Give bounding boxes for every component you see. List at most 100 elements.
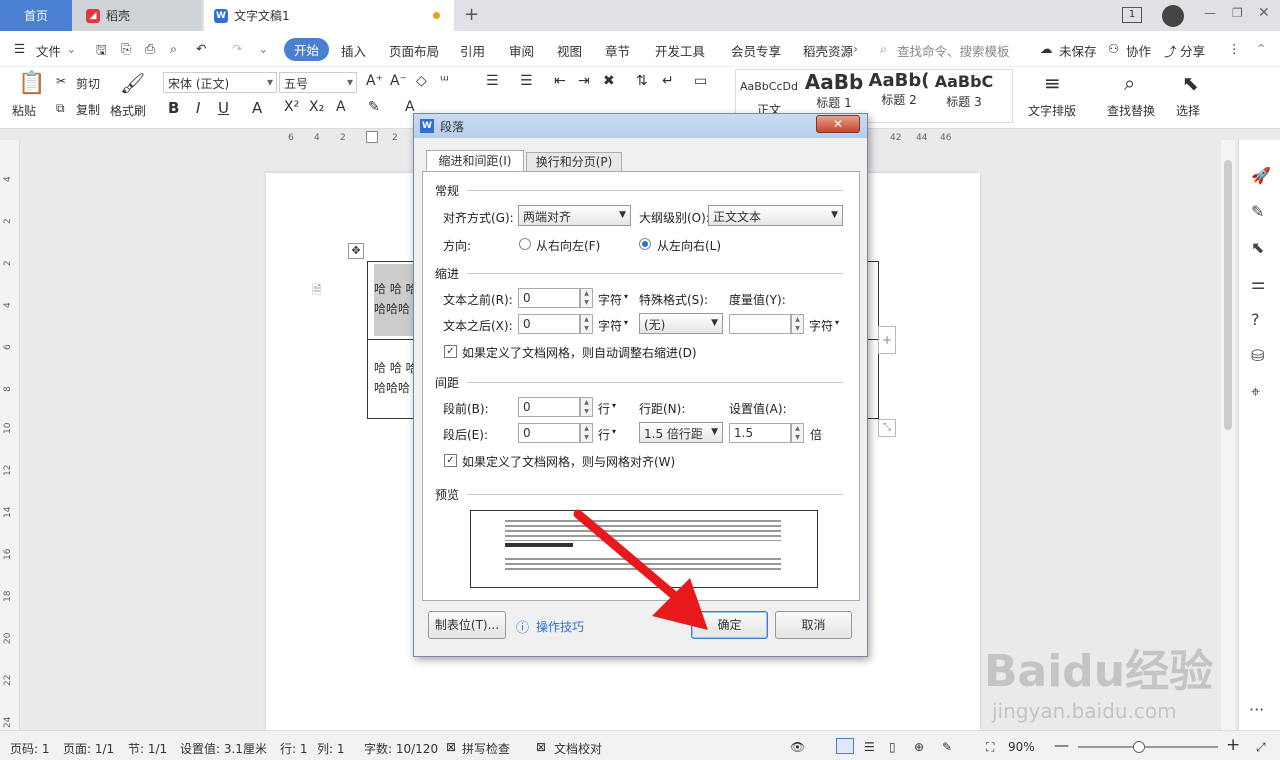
increase-indent-icon[interactable]: ⇥ [578, 73, 590, 89]
window-count-icon[interactable]: 1 [1122, 7, 1142, 23]
play-icon[interactable]: ⓘ [516, 617, 529, 636]
minimize-icon[interactable]: — [1204, 6, 1216, 20]
avatar[interactable] [1162, 5, 1184, 27]
paste-button[interactable]: 粘贴 [12, 102, 36, 119]
pinyin-icon[interactable]: ᵚ [440, 73, 449, 89]
rocket-icon[interactable]: 🚀 [1251, 166, 1271, 185]
font-size-select[interactable]: 五号 ▾ [279, 72, 357, 93]
unit-dropdown[interactable]: 字符 [598, 317, 622, 334]
italic-icon[interactable]: I [196, 99, 200, 117]
menu-view[interactable]: 视图 [557, 41, 582, 60]
dialog-titlebar[interactable]: W 段落 ✕ [414, 114, 867, 138]
tab-daoke[interactable]: ◢ 稻壳 [72, 0, 202, 31]
chevron-down-icon[interactable]: ▾ [624, 292, 628, 301]
menu-developer[interactable]: 开发工具 [655, 41, 705, 60]
export-pdf-icon[interactable]: ⎘ [121, 41, 131, 57]
write-mode-icon[interactable]: ✎ [942, 740, 952, 754]
chevron-down-icon[interactable]: ⌄ [66, 41, 76, 56]
zoom-slider-thumb[interactable] [1133, 741, 1145, 753]
clear-format-icon[interactable]: ◇ [416, 73, 427, 89]
cut-icon[interactable]: ✂ [56, 74, 66, 88]
space-after-input[interactable]: 0 [518, 423, 580, 443]
share-icon[interactable]: ⤴ [1164, 41, 1177, 60]
superscript-icon[interactable]: X² [284, 99, 299, 115]
web-view-icon[interactable]: ⊕ [914, 740, 924, 754]
resize-table-handle-icon[interactable]: ⤡ [878, 419, 896, 437]
status-word-count[interactable]: 字数: 10/120 [364, 740, 438, 757]
space-before-input[interactable]: 0 [518, 397, 580, 417]
dialog-close-button[interactable]: ✕ [816, 115, 860, 133]
tab-home[interactable]: 首页 [0, 0, 72, 31]
unsaved-label[interactable]: 未保存 [1059, 41, 1097, 60]
paste-icon[interactable]: 📋 [18, 71, 45, 96]
menu-daoke-resources[interactable]: 稻壳资源 [803, 41, 853, 60]
tab-document[interactable]: W 文字文稿1 [204, 0, 454, 31]
save-icon[interactable]: 🖫 [96, 41, 107, 62]
copy-button[interactable]: 复制 [76, 101, 100, 118]
unit-dropdown[interactable]: 行 [598, 426, 610, 443]
pointer-icon[interactable]: ⬉ [1251, 238, 1264, 257]
space-before-spinner[interactable]: ▲ ▼ [580, 397, 593, 417]
search-icon[interactable]: ⌕ [880, 41, 887, 57]
line-spacing-select[interactable]: 1.5 倍行距 ▼ [639, 422, 723, 443]
cloud-icon[interactable]: ☁ [1040, 41, 1053, 56]
fullscreen-icon[interactable]: ⤢ [1256, 740, 1266, 755]
location-icon[interactable]: ⌖ [1251, 382, 1260, 402]
menu-chapter[interactable]: 章节 [605, 41, 630, 60]
measure-spinner[interactable]: ▲ ▼ [791, 314, 804, 334]
quick-access-chevron-icon[interactable]: ⌄ [258, 41, 268, 56]
print-preview-icon[interactable]: ⌕ [170, 41, 177, 57]
text-layout-button[interactable]: 文字排版 [1028, 102, 1076, 119]
format-painter-icon[interactable]: 🖌 [120, 71, 145, 95]
menu-page-layout[interactable]: 页面布局 [389, 41, 439, 60]
numbered-list-icon[interactable]: ☰ [520, 73, 533, 89]
chevron-down-icon[interactable]: ▾ [612, 427, 616, 436]
rtl-label[interactable]: 从右向左(F) [536, 237, 600, 254]
outline-level-select[interactable]: 正文文本 ▼ [708, 205, 843, 226]
unit-dropdown[interactable]: 行 [598, 400, 610, 417]
share-button[interactable]: 分享 [1180, 41, 1205, 60]
menu-start[interactable]: 开始 [284, 38, 330, 61]
indent-marker[interactable] [366, 131, 378, 143]
tab-indent-spacing[interactable]: 缩进和间距(I) [426, 150, 524, 172]
highlight-icon[interactable]: ✎ [368, 99, 380, 115]
backup-icon[interactable]: ⛁ [1251, 346, 1264, 365]
zoom-level[interactable]: 90% [1008, 740, 1035, 754]
table-lines-icon[interactable]: ▭ [694, 73, 707, 89]
auto-indent-checkbox[interactable]: ✓ [444, 345, 457, 358]
hamburger-icon[interactable]: ☰ [14, 41, 25, 56]
vertical-scrollbar[interactable] [1221, 140, 1235, 730]
measure-input[interactable] [729, 314, 791, 334]
after-text-input[interactable]: 0 [518, 314, 580, 334]
snap-grid-checkbox[interactable]: ✓ [444, 454, 457, 467]
ltr-radio[interactable] [639, 238, 651, 250]
cursor-icon[interactable]: ⬉ [1182, 71, 1199, 95]
special-format-select[interactable]: (无) ▼ [639, 313, 723, 334]
copy-icon[interactable]: ⧉ [56, 101, 65, 116]
undo-icon[interactable]: ↶ [196, 41, 206, 56]
subscript-icon[interactable]: X₂ [309, 99, 324, 115]
zoom-out-button[interactable]: — [1054, 736, 1069, 754]
select-button[interactable]: 选择 [1176, 102, 1200, 119]
add-column-button[interactable]: + [878, 326, 896, 354]
unit-dropdown[interactable]: 字符 [809, 317, 833, 334]
menu-file[interactable]: 文件 [36, 41, 61, 60]
after-text-spinner[interactable]: ▲ ▼ [580, 314, 593, 334]
restore-icon[interactable]: ❐ [1232, 6, 1243, 20]
search-commands-input[interactable]: 查找命令、搜索模板 [897, 41, 1010, 60]
menu-review[interactable]: 审阅 [509, 41, 534, 60]
underline-icon[interactable]: U [218, 99, 229, 117]
collab-icon[interactable]: ⚇ [1108, 41, 1119, 56]
more-icon[interactable]: ··· [1249, 700, 1264, 719]
fit-page-icon[interactable]: ⛶ [986, 740, 994, 755]
find-icon[interactable]: ⌕ [1124, 71, 1135, 95]
alignment-select[interactable]: 两端对齐 ▼ [518, 205, 631, 226]
text-effect-icon[interactable]: A [336, 99, 346, 115]
menu-member[interactable]: 会员专享 [731, 41, 781, 60]
text-layout-icon[interactable]: ≡ [1044, 71, 1061, 95]
bullet-list-icon[interactable]: ☰ [486, 73, 499, 89]
zoom-slider[interactable] [1078, 741, 1218, 753]
before-text-spinner[interactable]: ▲ ▼ [580, 288, 593, 308]
menu-references[interactable]: 引用 [460, 41, 485, 60]
scrollbar-thumb[interactable] [1224, 160, 1232, 430]
